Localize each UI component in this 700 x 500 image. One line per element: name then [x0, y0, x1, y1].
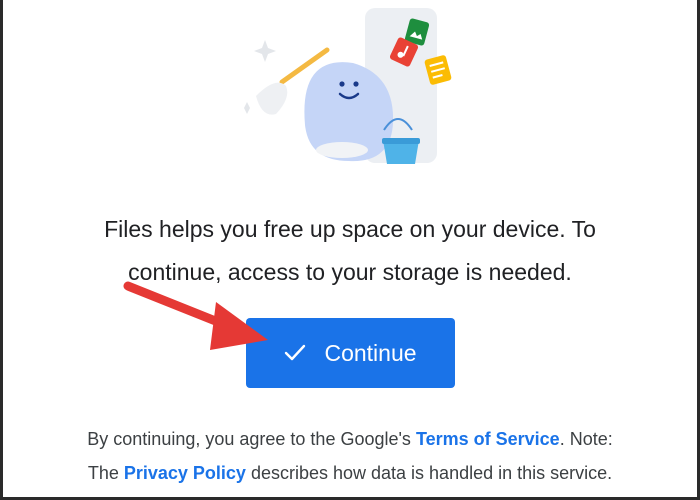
legal-text-4: describes how data is handled in this se… — [245, 463, 613, 483]
legal-notice: By continuing, you agree to the Google's… — [20, 422, 680, 490]
files-illustration — [244, 8, 452, 164]
mascot-shadow — [316, 142, 368, 158]
sparkle-icon — [254, 40, 276, 62]
mascot-eye-right — [353, 81, 359, 87]
terms-of-service-link[interactable]: Terms of Service — [416, 429, 560, 449]
legal-text-2: . Note: — [559, 429, 613, 449]
message-line-1: Files helps you free up space on your de… — [104, 216, 596, 242]
privacy-policy-link[interactable]: Privacy Policy — [124, 463, 246, 483]
sparkle-small-icon — [244, 102, 250, 114]
annotation-arrow-icon — [123, 281, 268, 350]
check-icon — [285, 344, 306, 361]
mascot-eye-left — [339, 81, 345, 87]
legal-text-1: By continuing, you agree to the Google's — [87, 429, 416, 449]
bucket-rim — [382, 138, 420, 144]
legal-text-3: The — [87, 463, 124, 483]
continue-button-label: Continue — [324, 339, 417, 366]
broom-head — [256, 82, 288, 115]
